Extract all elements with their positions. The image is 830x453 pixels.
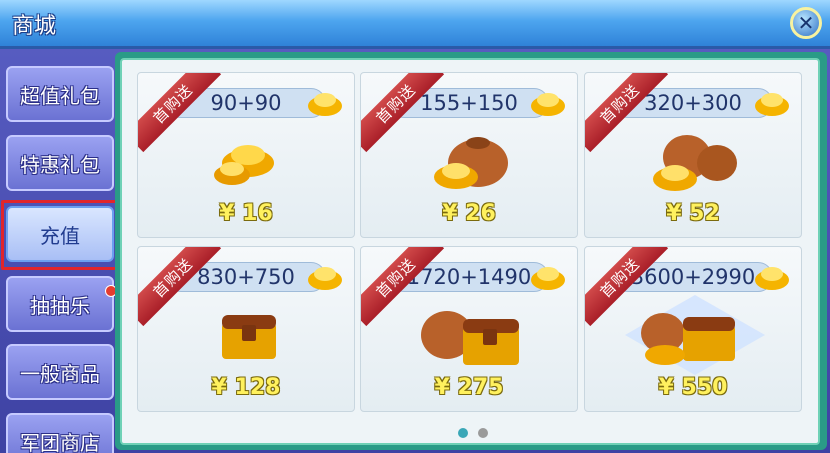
item-price: ¥ 128 — [211, 375, 281, 400]
tab-special-pack[interactable]: 特惠礼包 — [6, 135, 114, 191]
item-price: ¥ 52 — [666, 201, 720, 226]
tab-legion-shop[interactable]: 军团商店 — [6, 413, 114, 453]
pagination — [458, 428, 488, 438]
recharge-item[interactable]: 90+90 首购送 ¥ 16 — [137, 72, 355, 238]
close-icon: ✕ — [797, 11, 815, 35]
item-price: ¥ 275 — [434, 375, 504, 400]
page-dot-1[interactable] — [458, 428, 468, 438]
recharge-item[interactable]: 3600+2990 首购送 ¥ 550 — [584, 246, 802, 412]
item-price: ¥ 16 — [219, 201, 273, 226]
gold-ingot-icon — [755, 93, 789, 116]
treasure-pile-icon — [625, 295, 765, 375]
recharge-item[interactable]: 155+150 首购送 ¥ 26 — [360, 72, 578, 238]
window-title: 商城 — [12, 14, 57, 39]
close-button[interactable]: ✕ — [790, 7, 822, 39]
gold-ingot-icon — [755, 267, 789, 290]
gold-ingot-icon — [308, 267, 342, 290]
gold-ingot-icon — [531, 267, 565, 290]
item-price: ¥ 550 — [658, 375, 728, 400]
bag-and-chest-icon — [421, 311, 519, 365]
treasure-chest-icon — [222, 315, 276, 359]
title-bar: 商城 ✕ — [0, 0, 830, 49]
selection-highlight — [1, 200, 127, 270]
money-bag-icon — [434, 137, 508, 189]
gold-ingot-icon — [531, 93, 565, 116]
gold-ingots-icon — [214, 145, 274, 185]
tab-value-pack[interactable]: 超值礼包 — [6, 66, 114, 122]
tab-lottery[interactable]: 抽抽乐 — [6, 276, 114, 332]
gold-ingot-icon — [308, 93, 342, 116]
recharge-item[interactable]: 830+750 首购送 ¥ 128 — [137, 246, 355, 412]
page-dot-2[interactable] — [478, 428, 488, 438]
recharge-item[interactable]: 1720+1490 首购送 ¥ 275 — [360, 246, 578, 412]
money-bags-icon — [653, 135, 737, 191]
tab-general-goods[interactable]: 一般商品 — [6, 344, 114, 400]
recharge-item[interactable]: 320+300 首购送 ¥ 52 — [584, 72, 802, 238]
item-price: ¥ 26 — [442, 201, 496, 226]
